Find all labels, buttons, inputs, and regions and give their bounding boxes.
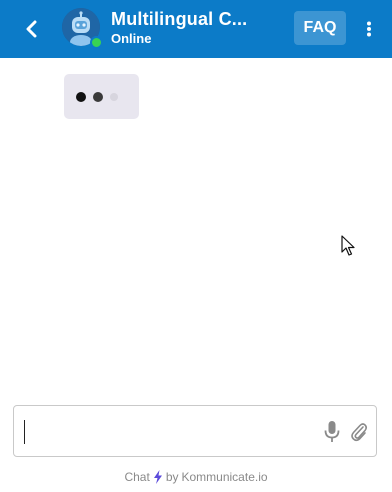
chat-header: Multilingual C... Online FAQ <box>0 0 392 58</box>
microphone-icon <box>324 421 340 442</box>
back-button[interactable] <box>18 15 46 43</box>
online-status-text: Online <box>111 31 152 46</box>
typing-dot <box>93 91 103 102</box>
lightning-bolt-icon <box>153 470 162 484</box>
voice-input-button[interactable] <box>323 420 341 444</box>
footer-chat-text: Chat <box>124 470 150 484</box>
message-list[interactable] <box>0 58 392 398</box>
message-composer <box>13 405 377 457</box>
chevron-left-icon <box>26 20 37 38</box>
faq-button[interactable]: FAQ <box>294 11 346 45</box>
footer-by-text: by <box>165 470 179 484</box>
mouse-pointer-icon <box>341 235 355 256</box>
message-input[interactable] <box>24 420 304 444</box>
bot-avatar[interactable] <box>62 8 103 49</box>
conversation-title[interactable]: Multilingual C... <box>111 9 261 30</box>
vertical-dots-icon <box>367 21 371 37</box>
typing-dot <box>110 92 118 101</box>
footer-brand-link[interactable]: Kommunicate.io <box>182 470 268 484</box>
attach-file-button[interactable] <box>349 421 369 443</box>
paperclip-icon <box>351 423 368 442</box>
typing-dot <box>76 91 86 102</box>
online-status-dot <box>90 36 103 49</box>
powered-by-footer: Chat by Kommunicate.io <box>0 468 392 486</box>
more-options-button[interactable] <box>358 15 380 43</box>
typing-indicator <box>64 74 139 119</box>
